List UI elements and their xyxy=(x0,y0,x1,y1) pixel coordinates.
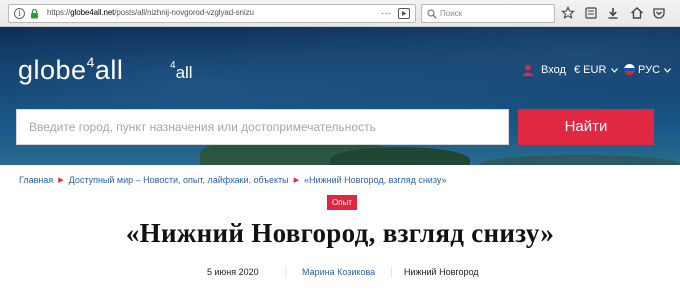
home-icon[interactable] xyxy=(630,6,644,20)
bookmark-page-icon[interactable] xyxy=(398,8,410,19)
address-bar[interactable]: i https://globe4all.net/posts/all/nizhni… xyxy=(8,4,416,23)
reading-list-icon[interactable] xyxy=(584,6,598,20)
subbrand-tail: all xyxy=(175,63,193,82)
meta-divider xyxy=(285,266,286,278)
article-title: «Нижний Новгород, взгляд снизу» xyxy=(125,218,555,248)
find-button[interactable]: Найти xyxy=(518,109,654,145)
breadcrumb-current[interactable]: «Нижний Новгород, взгляд снизу» xyxy=(304,175,446,185)
breadcrumb-separator-icon: ▶ xyxy=(293,177,300,184)
logo-text: globe xyxy=(18,55,87,85)
pocket-icon[interactable] xyxy=(652,6,666,20)
russian-flag-icon[interactable] xyxy=(624,64,635,75)
sub-brand-logo[interactable]: 4all xyxy=(170,60,193,83)
lock-icon[interactable] xyxy=(29,8,40,19)
destination-search-input[interactable] xyxy=(17,110,508,144)
language-selector[interactable]: РУС xyxy=(638,64,660,78)
breadcrumb-section[interactable]: Доступный мир – Новости, опыт, лайфхаки,… xyxy=(69,175,289,185)
location-label: Нижний Новгород xyxy=(404,267,479,277)
more-icon[interactable]: ··· xyxy=(381,9,391,19)
logo-sup: 4 xyxy=(86,54,95,70)
hero-header: globe4all 4all Вход € EUR РУС Найти xyxy=(0,27,680,165)
info-icon[interactable]: i xyxy=(14,8,25,19)
user-icon[interactable] xyxy=(522,64,534,76)
browser-toolbar: i https://globe4all.net/posts/all/nizhni… xyxy=(0,0,680,27)
category-badge[interactable]: Опыт xyxy=(327,195,357,210)
breadcrumb-home[interactable]: Главная xyxy=(19,175,53,185)
author-link[interactable]: Марина Козикова xyxy=(302,267,375,277)
url-text[interactable]: https://globe4all.net/posts/all/nizhnij-… xyxy=(47,8,254,17)
meta-divider xyxy=(391,266,392,278)
publish-date: 5 июня 2020 xyxy=(207,267,259,277)
currency-selector[interactable]: € EUR xyxy=(574,64,606,78)
login-link[interactable]: Вход xyxy=(541,64,566,78)
subbrand-sup: 4 xyxy=(170,60,176,72)
browser-search-placeholder: Поиск xyxy=(440,9,463,18)
site-logo[interactable]: globe4all xyxy=(18,54,124,86)
breadcrumb-separator-icon: ▶ xyxy=(58,177,64,184)
search-icon xyxy=(427,9,437,19)
star-icon[interactable] xyxy=(561,6,575,20)
logo-tail: all xyxy=(94,55,124,85)
chevron-down-icon[interactable] xyxy=(611,68,618,73)
destination-search-field[interactable] xyxy=(16,109,509,145)
downloads-icon[interactable] xyxy=(606,6,620,20)
browser-search-field[interactable]: Поиск xyxy=(421,4,555,23)
chevron-down-icon[interactable] xyxy=(664,68,671,73)
breadcrumb: Главная ▶ Доступный мир – Новости, опыт, л… xyxy=(19,175,446,185)
